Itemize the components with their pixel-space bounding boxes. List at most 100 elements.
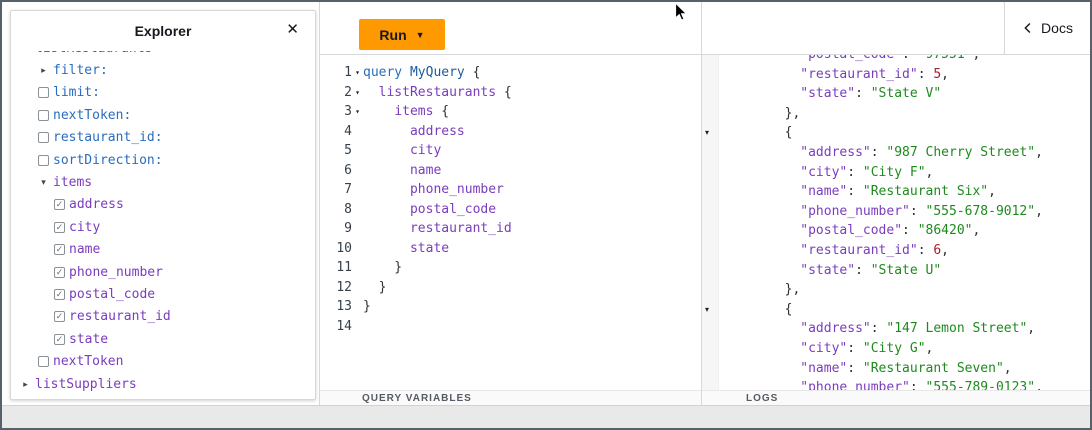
tree-item-restaurant_id[interactable]: restaurant_id:	[11, 127, 315, 149]
checkbox-box	[38, 132, 49, 144]
explorer-column: Explorer ✕ ▾ listRestaurants ▸ filter: limit…	[2, 2, 319, 405]
tree-item-name[interactable]: ✓ name	[11, 239, 315, 261]
code-line-text: "restaurant_id": 6,	[702, 241, 949, 261]
checkbox-checked-icon[interactable]: ✓	[53, 288, 66, 300]
checkbox-unchecked-icon[interactable]	[37, 132, 50, 144]
code-token: :	[847, 164, 863, 180]
chevron-right-icon[interactable]: ▸	[19, 379, 32, 390]
code-line-text: city	[363, 141, 441, 161]
code-token: :	[902, 223, 918, 239]
tree-item-state[interactable]: ✓ state	[11, 328, 315, 350]
fold-caret-icon[interactable]: ▾	[352, 83, 363, 103]
tree-item-listRestaurants[interactable]: ▾ listRestaurants	[11, 51, 315, 59]
checkbox-checked-icon[interactable]: ✓	[53, 199, 66, 211]
query-editor[interactable]: 1 ▾ query MyQuery {2 ▾ listRestaurants {3 ▾ …	[320, 55, 701, 390]
checkbox-unchecked-icon[interactable]	[37, 109, 50, 121]
fold-caret-empty	[352, 122, 363, 142]
tree-item-city[interactable]: ✓ city	[11, 216, 315, 238]
fold-caret-icon[interactable]: ▾	[705, 128, 709, 137]
checkbox-unchecked-icon[interactable]	[37, 356, 50, 368]
run-button[interactable]: Run ▼	[359, 19, 445, 50]
tree-item-items[interactable]: ▾ items	[11, 171, 315, 193]
code-line-text: "phone_number": "555-789-0123",	[702, 378, 1043, 390]
checkbox-unchecked-icon[interactable]	[37, 154, 50, 166]
docs-button[interactable]: Docs	[1004, 2, 1090, 54]
toggle-glyph: ▾	[41, 177, 46, 188]
line-number: 9	[344, 221, 352, 236]
logs-label: LOGS	[746, 392, 779, 404]
editor-code-line[interactable]: 2 ▾ listRestaurants {	[320, 83, 701, 103]
fold-caret-empty	[352, 219, 363, 239]
checkbox-checked-icon[interactable]: ✓	[53, 221, 66, 233]
logs-bar[interactable]: LOGS	[702, 390, 1090, 405]
chevron-right-icon[interactable]: ▸	[37, 65, 50, 76]
tree-item-limit[interactable]: limit:	[11, 82, 315, 104]
editor-code-line[interactable]: 14	[320, 317, 701, 337]
code-line-text: }	[363, 278, 387, 298]
line-number: 10	[336, 240, 352, 256]
result-code-line: "city": "City G",	[702, 339, 1090, 359]
result-code-line: "address": "987 Cherry Street",	[702, 143, 1090, 163]
chevron-down-icon[interactable]: ▾	[19, 51, 32, 54]
editor-code-line[interactable]: 4 address	[320, 122, 701, 142]
checkbox-unchecked-icon[interactable]	[37, 87, 50, 99]
code-token: "address"	[800, 321, 871, 337]
code-token: :	[917, 242, 934, 258]
tree-item-postal_code[interactable]: ✓ postal_code	[11, 283, 315, 305]
checkbox-checked-icon[interactable]: ✓	[53, 244, 66, 256]
editor-code-line[interactable]: 10 state	[320, 239, 701, 259]
code-token: "86420"	[917, 223, 973, 239]
tree-item-label: name	[69, 242, 101, 258]
line-number: 5	[344, 143, 352, 158]
tree-item-nextToken[interactable]: nextToken:	[11, 104, 315, 126]
tree-item-label: limit:	[53, 85, 100, 101]
tree-item-filter[interactable]: ▸ filter:	[11, 59, 315, 81]
fold-caret-icon[interactable]: ▾	[352, 102, 363, 122]
tree-item-phone_number[interactable]: ✓ phone_number	[11, 261, 315, 283]
editor-code-line[interactable]: 9 restaurant_id	[320, 219, 701, 239]
checkbox-box	[38, 109, 49, 121]
result-code-line: "phone_number": "555-789-0123",	[702, 378, 1090, 390]
code-line-text: listRestaurants {	[363, 83, 512, 103]
explorer-tree[interactable]: ▾ listRestaurants ▸ filter: limit: nextToken:…	[11, 51, 315, 399]
editor-code-line[interactable]: 7 phone_number	[320, 180, 701, 200]
editor-code-line[interactable]: 12 }	[320, 278, 701, 298]
fold-caret-empty	[352, 317, 363, 337]
tree-item-address[interactable]: ✓ address	[11, 194, 315, 216]
editor-code-line[interactable]: 8 postal_code	[320, 200, 701, 220]
code-token: "city"	[800, 164, 848, 180]
editor-code-line[interactable]: 13}	[320, 297, 701, 317]
checkbox-checked-icon[interactable]: ✓	[53, 333, 66, 345]
code-token: listRestaurants	[378, 84, 497, 100]
fold-caret-icon[interactable]: ▾	[705, 305, 709, 314]
editor-code-line[interactable]: 1 ▾ query MyQuery {	[320, 63, 701, 83]
close-icon[interactable]: ✕	[286, 22, 299, 37]
fold-caret-icon[interactable]: ▾	[352, 63, 363, 83]
tree-item-nextToken[interactable]: nextToken	[11, 350, 315, 372]
tree-item-sortDirection[interactable]: sortDirection:	[11, 149, 315, 171]
code-token: city	[409, 143, 442, 158]
code-token: address	[409, 123, 465, 139]
code-line-text: "name": "Restaurant Seven",	[702, 359, 1011, 379]
chevron-left-icon	[1024, 22, 1031, 34]
tree-item-restaurant_id[interactable]: ✓ restaurant_id	[11, 306, 315, 328]
checkbox-checked-icon[interactable]: ✓	[53, 266, 66, 278]
code-token: phone_number	[409, 182, 504, 197]
checkbox-checked-icon[interactable]: ✓	[53, 311, 66, 323]
query-variables-bar[interactable]: QUERY VARIABLES	[320, 390, 701, 405]
editor-code-line[interactable]: 3 ▾ items {	[320, 102, 701, 122]
editor-code-line[interactable]: 11 }	[320, 258, 701, 278]
editor-code-line[interactable]: 6 name	[320, 161, 701, 181]
result-code-line: {	[702, 123, 1090, 143]
chevron-down-icon[interactable]: ▾	[37, 177, 50, 188]
tree-item-listSuppliers[interactable]: ▸ listSuppliers	[11, 373, 315, 395]
code-token: {	[464, 65, 481, 80]
line-number: 14	[336, 318, 352, 334]
editor-code-line[interactable]: 5 city	[320, 141, 701, 161]
